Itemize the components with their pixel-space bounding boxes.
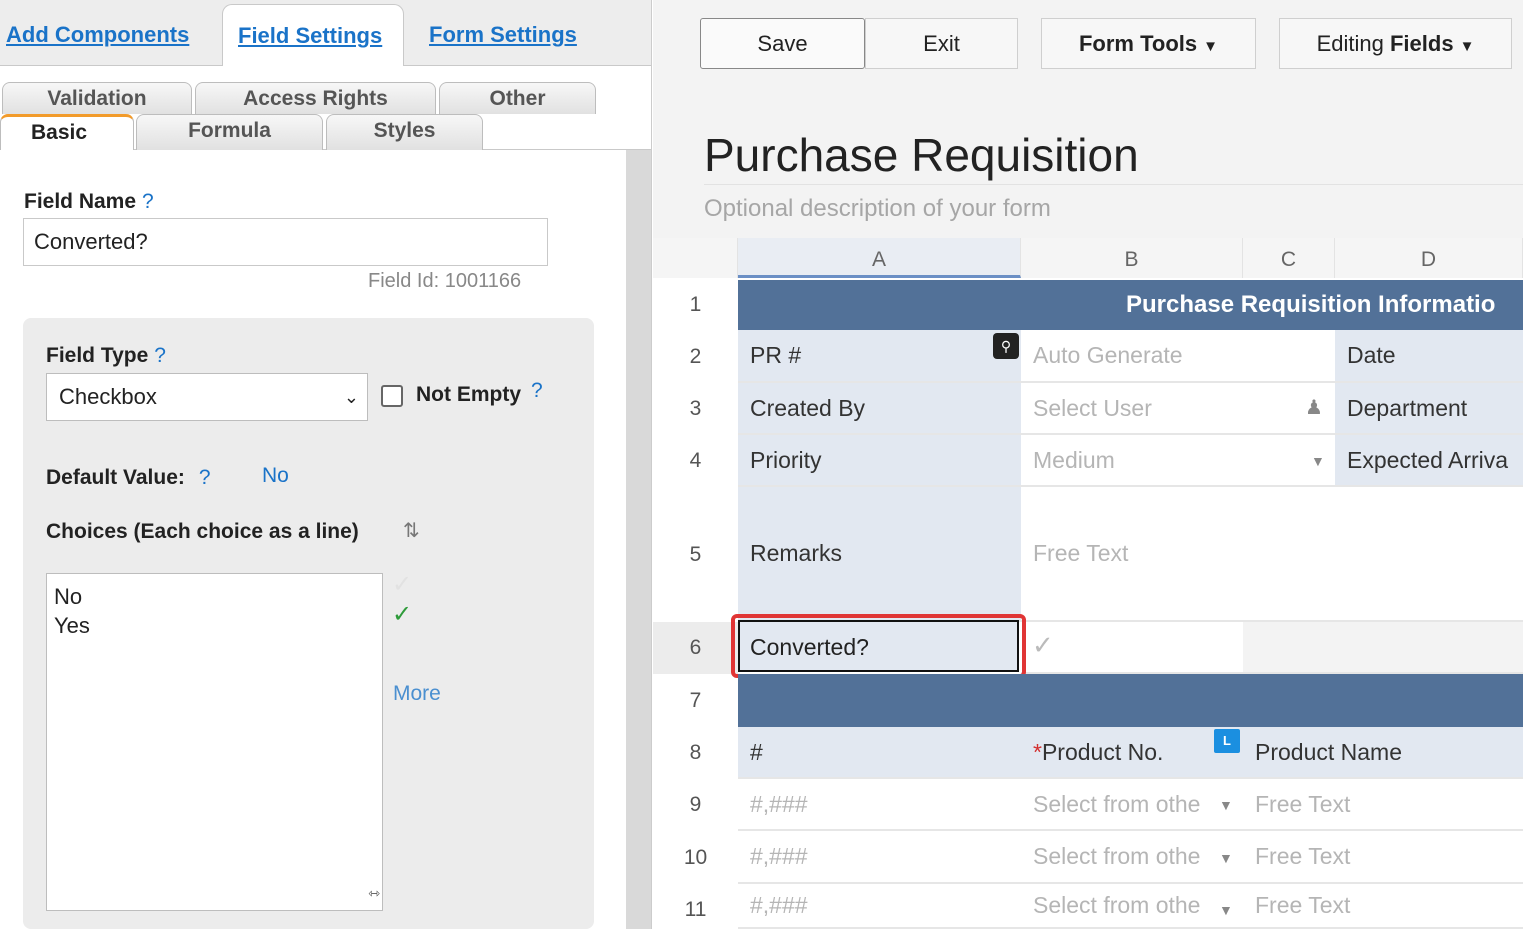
field-settings-panel: Add Components Field Settings Form Setti… [0,0,652,929]
subtab-validation[interactable]: Validation [2,82,192,114]
field-type-select[interactable]: Checkbox ⌄ [46,373,368,421]
check-icon[interactable]: ✓ [392,600,412,629]
grid-corner [653,238,738,278]
row-number[interactable]: 10 [653,831,738,884]
check-icon: ✓ [1032,630,1054,660]
choices-label: Choices (Each choice as a line) [46,520,359,543]
label-cell[interactable]: Product Name [1243,727,1523,779]
check-icon: ✓ [392,571,413,598]
title-divider [704,184,1523,185]
default-value-link[interactable]: No [262,464,289,488]
choice-line: No [54,584,83,609]
caret-down-icon: ▼ [1219,902,1233,918]
label-cell[interactable]: Department [1335,383,1523,435]
empty-cell[interactable] [1335,622,1523,674]
user-icon: ♟ [1305,397,1323,419]
subtab-basic[interactable]: Basic [0,114,134,150]
column-header[interactable]: A [738,238,1021,278]
row-number[interactable]: 11 [653,884,738,929]
row-number[interactable]: 8 [653,727,738,779]
section-header-band[interactable] [738,674,1523,727]
priority-dropdown[interactable]: Medium [1021,435,1335,487]
remarks-field[interactable]: Free Text [1021,487,1523,622]
text-field[interactable]: Free Text [1243,831,1523,884]
caret-down-icon: ▼ [1219,797,1233,813]
save-button[interactable]: Save [700,18,865,69]
tab-form-settings[interactable]: Form Settings [429,0,577,66]
row-number[interactable]: 1 [653,280,738,330]
key-icon: ⚲ [993,333,1019,359]
column-header[interactable]: B [1021,238,1243,278]
panel-scrollbar[interactable] [626,150,651,929]
number-field[interactable]: #,### [738,831,1021,884]
subtab-access-rights[interactable]: Access Rights [195,82,436,114]
row-number[interactable]: 2 [653,330,738,383]
top-tab-bar: Add Components Field Settings Form Setti… [0,0,651,67]
tab-field-settings[interactable]: Field Settings [222,4,404,67]
column-header[interactable]: D [1335,238,1523,278]
subtab-other[interactable]: Other [439,82,596,114]
select-user-field[interactable]: Select User [1021,383,1335,435]
help-icon[interactable]: ? [531,379,543,402]
row-number[interactable]: 3 [653,383,738,435]
chevron-down-icon: ⌄ [343,387,359,407]
selected-label-cell[interactable]: Converted? [738,620,1019,672]
checkbox-field-cell[interactable] [1021,622,1243,674]
sub-tab-bar: Validation Access Rights Other Basic For… [0,66,651,150]
tab-add-components[interactable]: Add Components [6,0,189,66]
help-icon[interactable]: ? [154,344,166,367]
row-number[interactable]: 5 [653,487,738,622]
section-header-band[interactable]: Purchase Requisition Informatio [738,280,1523,330]
choices-textarea[interactable]: No Yes ⇿ [46,573,383,911]
choice-line: Yes [54,613,90,638]
form-description[interactable]: Optional description of your form [704,195,1051,223]
label-cell[interactable]: * Product No. [1021,727,1243,779]
field-name-label: Field Name? [24,190,154,213]
label-cell[interactable]: PR # [738,330,1021,383]
resize-grip-icon[interactable]: ⇿ [368,879,380,908]
field-type-label: Field Type? [46,344,166,367]
subtab-formula[interactable]: Formula [136,114,323,150]
caret-down-icon: ▼ [1203,38,1218,55]
not-empty-checkbox[interactable] [381,385,403,407]
link-badge-icon: L [1214,729,1240,753]
more-link[interactable]: More [393,682,441,706]
number-field[interactable]: #,### [738,884,1021,929]
lookup-field[interactable]: Select from othe [1021,884,1243,929]
number-field[interactable]: #,### [738,779,1021,831]
row-number[interactable]: 6 [653,622,738,674]
label-cell[interactable]: Created By [738,383,1021,435]
caret-down-icon: ▼ [1459,38,1475,55]
help-icon[interactable]: ? [142,190,154,213]
not-empty-label: Not Empty? [416,379,543,406]
subtab-styles[interactable]: Styles [326,114,483,150]
auto-generate-field[interactable]: Auto Generate [1021,330,1335,383]
required-marker: * [1033,738,1042,765]
text-field[interactable]: Free Text [1243,884,1523,929]
default-value-label: Default Value:? [46,466,211,489]
row-number[interactable]: 7 [653,674,738,727]
column-header[interactable]: C [1243,238,1335,278]
editing-mode-button[interactable]: Editing Fields ▼ [1279,18,1512,69]
caret-down-icon: ▼ [1311,453,1325,469]
label-cell[interactable]: Remarks [738,487,1021,622]
row-number[interactable]: 4 [653,435,738,487]
text-field[interactable]: Free Text [1243,779,1523,831]
sort-icon[interactable]: ⇅ [403,518,420,543]
field-name-input[interactable]: Converted? [23,218,548,266]
label-cell[interactable]: # [738,727,1021,779]
help-icon[interactable]: ? [199,466,211,489]
row-number[interactable]: 9 [653,779,738,831]
caret-down-icon: ▼ [1219,850,1233,866]
label-cell[interactable]: Expected Arriva [1335,435,1523,487]
label-cell[interactable]: Date [1335,330,1523,383]
form-title[interactable]: Purchase Requisition [704,128,1139,182]
label-cell[interactable]: Priority [738,435,1021,487]
lookup-field[interactable]: Select from othe [1021,831,1243,884]
empty-cell[interactable] [1243,622,1335,674]
exit-button[interactable]: Exit [865,18,1018,69]
lookup-field[interactable]: Select from othe [1021,779,1243,831]
form-tools-button[interactable]: Form Tools ▼ [1041,18,1256,69]
field-id-text: Field Id: 1001166 [368,270,522,292]
